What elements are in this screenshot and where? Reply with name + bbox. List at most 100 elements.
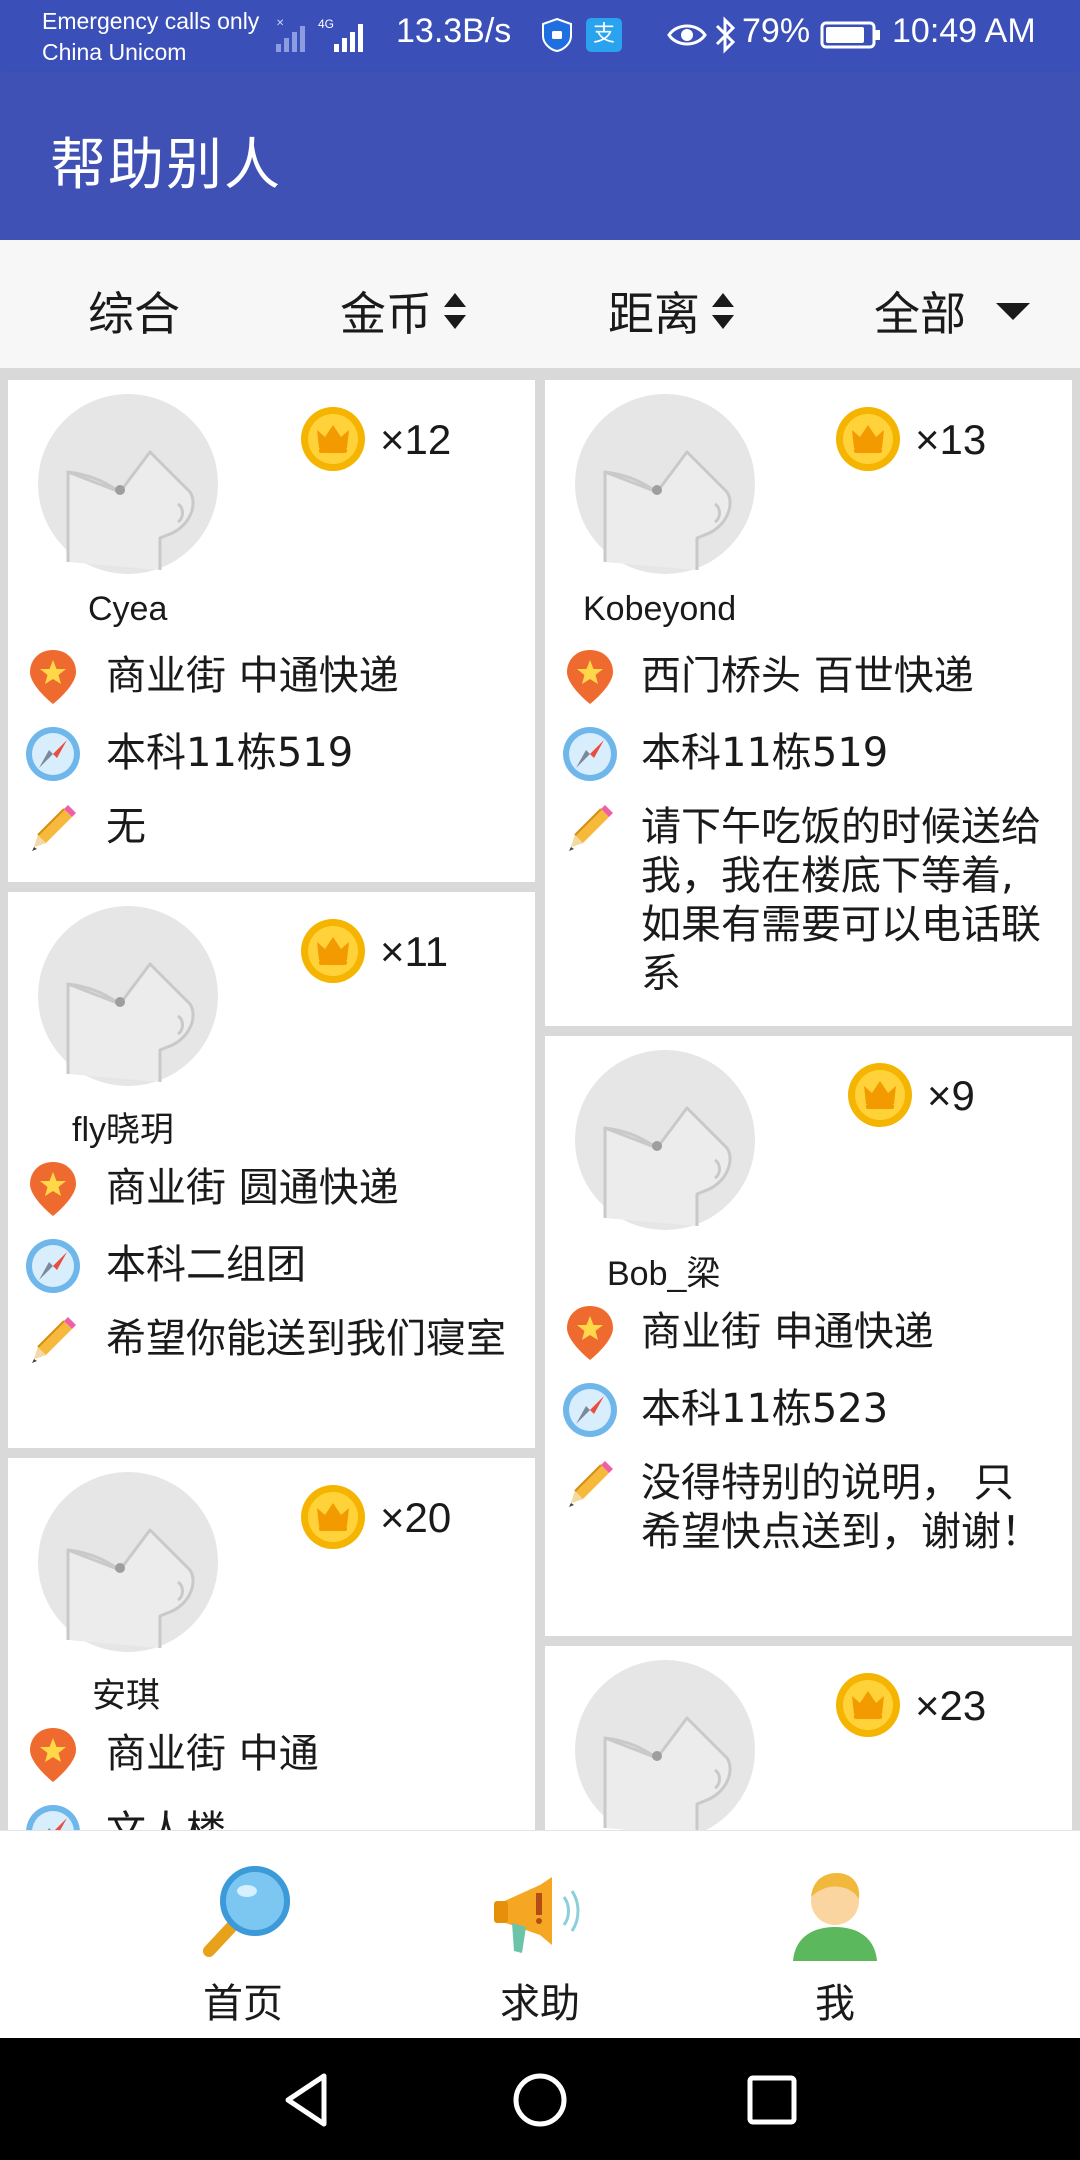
pencil-icon: [561, 799, 619, 857]
avatar: [575, 394, 755, 574]
app-bar: 帮助别人: [0, 72, 1080, 240]
filter-bar: 综合 金币 距离 全部: [0, 240, 1080, 368]
note: 请下午吃饭的时候送给我，我在楼底下等着,如果有需要可以电话联系: [641, 804, 1041, 997]
pickup-location: 商业街 申通快递: [641, 1309, 934, 1355]
pencil-icon: [561, 1455, 619, 1513]
magnifier-icon: [203, 1866, 290, 1957]
coin-icon: [300, 406, 366, 472]
note: 没得特别的说明， 只希望快点送到，谢谢！: [641, 1460, 1041, 1555]
filter-distance-sort[interactable]: 距离: [608, 278, 734, 344]
recents-square-icon[interactable]: [740, 2068, 804, 2132]
username: fly晓玥: [72, 1111, 174, 1149]
location-pin-icon: [561, 1304, 619, 1362]
compass-icon: [561, 725, 619, 783]
help-request-grid: ×12 Cyea 商业街 中通快递 本科11栋519 无 ×11 fly晓玥 商…: [0, 368, 1080, 1830]
pickup-location: 商业街 中通快递: [106, 653, 399, 699]
filter-coins-label: 金币: [340, 287, 432, 341]
destination: 文人楼: [106, 1807, 521, 1830]
megaphone-icon: [494, 1877, 580, 1953]
destination: 本科11栋519: [106, 730, 354, 776]
username: Kobeyond: [583, 590, 737, 628]
sort-arrows-icon: [712, 291, 734, 331]
carrier-line-2: China Unicom: [42, 39, 187, 65]
sort-arrows-icon: [444, 291, 466, 331]
coin-count: ×11: [380, 928, 449, 975]
svg-text:✕: ✕: [276, 18, 284, 29]
coin-count: ×23: [915, 1682, 987, 1729]
home-circle-icon[interactable]: [508, 2068, 572, 2132]
nav-home[interactable]: 首页: [143, 1831, 343, 2039]
coin-count: ×9: [927, 1072, 975, 1119]
location-pin-icon: [561, 648, 619, 706]
request-card[interactable]: ×9 Bob_梁 商业街 申通快递 本科11栋523 没得特别的说明， 只希望快…: [545, 1036, 1072, 1636]
compass-icon: [24, 1803, 82, 1830]
coin-icon: [847, 1062, 913, 1128]
nav-help-label: 求助: [500, 1981, 580, 2027]
request-card[interactable]: ×23: [545, 1646, 1072, 1830]
compass-icon: [561, 1381, 619, 1439]
note: 无: [106, 804, 146, 850]
username: Bob_梁: [607, 1255, 721, 1293]
filter-coins-sort[interactable]: 金币: [340, 278, 466, 344]
back-icon[interactable]: [276, 2068, 340, 2132]
filter-overall-label: 综合: [88, 287, 180, 341]
request-card[interactable]: ×12 Cyea 商业街 中通快递 本科11栋519 无: [8, 380, 535, 882]
carrier-info: Emergency calls only China Unicom: [42, 6, 259, 68]
compass-icon: [24, 725, 82, 783]
status-bar: Emergency calls only China Unicom ✕ 4G 1…: [0, 0, 1080, 72]
coin-icon: [835, 406, 901, 472]
battery-percent: 79%: [742, 12, 811, 50]
bottom-nav: 首页 求助 我: [0, 1830, 1080, 2038]
pickup-location: 商业街 圆通快递: [106, 1165, 399, 1211]
destination: 本科11栋519: [641, 730, 889, 776]
alipay-icon: 支: [586, 18, 622, 52]
avatar: [38, 1472, 218, 1652]
nav-me-label: 我: [815, 1981, 855, 2027]
coin-icon: [300, 918, 366, 984]
user-icon: [793, 1873, 877, 1961]
coin-count: ×12: [380, 416, 452, 463]
destination: 本科11栋523: [641, 1386, 889, 1432]
avatar: [38, 394, 218, 574]
coin-icon: [835, 1672, 901, 1738]
nav-me[interactable]: 我: [735, 1831, 935, 2039]
compass-icon: [24, 1237, 82, 1295]
system-nav-bar: [0, 2038, 1080, 2160]
clock: 10:49 AM: [892, 12, 1036, 50]
request-card[interactable]: ×13 Kobeyond 西门桥头 百世快递 本科11栋519 请下午吃饭的时候…: [545, 380, 1072, 1026]
location-pin-icon: [24, 648, 82, 706]
network-speed: 13.3B/s: [396, 12, 512, 50]
page-title: 帮助别人: [50, 133, 282, 198]
pencil-icon: [24, 1311, 82, 1369]
nav-home-label: 首页: [203, 1981, 283, 2027]
svg-text:4G: 4G: [318, 17, 334, 31]
coin-icon: [300, 1484, 366, 1550]
location-pin-icon: [24, 1726, 82, 1784]
shield-icon: [542, 18, 572, 52]
filter-all-label: 全部: [874, 287, 966, 341]
dropdown-triangle-icon: [996, 302, 1030, 320]
note: 希望你能送到我们寝室: [106, 1316, 506, 1362]
filter-all-dropdown[interactable]: 全部: [874, 278, 1030, 344]
avatar: [575, 1660, 755, 1830]
location-pin-icon: [24, 1160, 82, 1218]
pencil-icon: [24, 799, 82, 857]
request-card[interactable]: ×20 安琪 商业街 中通 文人楼: [8, 1458, 535, 1830]
nav-help[interactable]: 求助: [440, 1831, 640, 2039]
pickup-location: 西门桥头 百世快递: [641, 653, 974, 699]
filter-overall[interactable]: 综合: [88, 278, 180, 344]
battery-icon: [820, 21, 880, 49]
destination: 本科二组团: [106, 1242, 306, 1288]
avatar: [575, 1050, 755, 1230]
signal-icon: ✕ 4G: [276, 17, 363, 52]
username: Cyea: [88, 590, 168, 628]
username: 安琪: [92, 1677, 160, 1715]
coin-count: ×13: [915, 416, 987, 463]
bluetooth-icon: [715, 16, 736, 54]
pickup-location: 商业街 中通: [106, 1731, 319, 1777]
request-card[interactable]: ×11 fly晓玥 商业街 圆通快递 本科二组团 希望你能送到我们寝室: [8, 892, 535, 1448]
coin-count: ×20: [380, 1494, 452, 1541]
carrier-line-1: Emergency calls only: [42, 8, 260, 34]
avatar: [38, 906, 218, 1086]
eye-icon: [667, 24, 707, 46]
